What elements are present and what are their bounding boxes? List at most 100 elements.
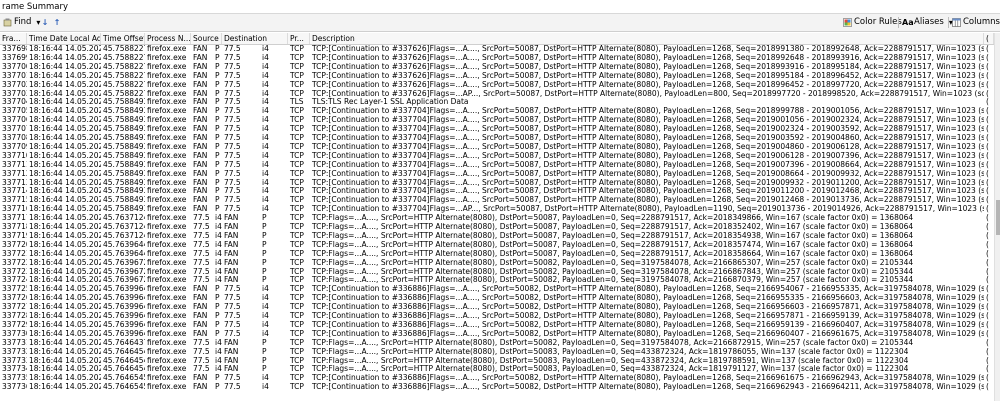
cell-protocol: TCP [290,160,304,169]
cell-description: TLS:TLS Rec Layer-1 SSL Application Data [312,98,469,107]
cell-source-a: FAN [193,285,208,294]
cell-process: firefox.exe [147,258,187,267]
cell-extra: ( [986,320,989,329]
cell-destination-a: FAN [224,365,239,374]
table-row[interactable]: 33770618:16:44 14.05.202545.7588493firef… [0,116,994,125]
cell-extra: ( [986,125,989,134]
cell-process: firefox.exe [147,134,187,142]
table-row[interactable]: 33770018:16:44 14.05.202545.7588227firef… [0,63,994,72]
table-row[interactable]: 33773018:16:44 14.05.202545.7639964firef… [0,330,994,339]
column-header-time-offset[interactable]: Time Offset [101,33,145,44]
column-header-frame[interactable]: Fra... [0,33,27,44]
cell-description: TCP:[Continuation to #336886]Flags=...A.… [312,374,984,383]
table-row[interactable]: 33772918:16:44 14.05.202545.7639964firef… [0,321,994,330]
table-row[interactable]: 33771318:16:44 14.05.202545.7588493firef… [0,179,994,188]
table-row[interactable]: 33771818:16:44 14.05.202545.7637124firef… [0,223,994,232]
table-row[interactable]: 33770718:16:44 14.05.202545.7588493firef… [0,125,994,134]
color-rules-icon [842,17,852,28]
find-previous-button[interactable]: ↑ [52,16,62,29]
column-header-destination[interactable]: Destination [222,33,288,44]
color-rules-button[interactable]: Color Rules [842,16,902,29]
cell-destination-b: i4 [262,134,269,142]
table-row[interactable]: 33771518:16:44 14.05.202545.7588493firef… [0,196,994,205]
column-header-source[interactable]: Source [191,33,222,44]
cell-extra: ( [986,356,989,365]
table-row[interactable]: 33772518:16:44 14.05.202545.7639964firef… [0,285,994,294]
table-row[interactable]: 33772818:16:44 14.05.202545.7639964firef… [0,312,994,321]
table-row[interactable]: 33770418:16:44 14.05.202545.7588493firef… [0,98,994,107]
cell-destination-a: 77.5 [224,142,241,151]
scrollbar-thumb[interactable] [996,200,1000,235]
cell-extra: ( [986,53,989,62]
table-row[interactable]: 33772618:16:44 14.05.202545.7639964firef… [0,294,994,303]
table-row[interactable]: 33772118:16:44 14.05.202545.7639644firef… [0,250,994,259]
table-row[interactable]: 33771618:16:44 14.05.202545.7588493firef… [0,205,994,214]
table-row[interactable]: 33773218:16:44 14.05.202545.7646454firef… [0,348,994,357]
table-row[interactable]: 33773418:16:44 14.05.202545.7646454firef… [0,365,994,374]
column-header-time[interactable]: Time Date Local Ad... [27,33,101,44]
table-row[interactable]: 33773318:16:44 14.05.202545.7646454firef… [0,357,994,366]
table-row[interactable]: 33769918:16:44 14.05.202545.7588227firef… [0,54,994,63]
columns-button[interactable]: Columns ▾ [951,16,1000,29]
cell-time-offset: 45.7639964 [103,303,145,312]
table-row[interactable]: 33773118:16:44 14.05.202545.7646437firef… [0,339,994,348]
cell-protocol: TCP [290,294,304,303]
cell-source-a: FAN [193,62,208,71]
cell-destination-a: FAN [224,214,239,223]
table-row[interactable]: 33771718:16:44 14.05.202545.7637124firef… [0,214,994,223]
cell-description: TCP:Flags=...A...., SrcPort=HTTP Alterna… [312,214,914,223]
cell-frame-number: 337728 [2,312,27,320]
find-button[interactable]: Find ▾ [2,16,43,29]
cell-time: 18:16:44 14.05.2025 [29,116,101,125]
cell-time-offset: 45.7588493 [103,107,145,116]
table-row[interactable]: 33770518:16:44 14.05.202545.7588493firef… [0,107,994,116]
cell-process: firefox.exe [147,329,187,338]
cell-description: TCP:Flags=...A...., SrcPort=HTTP Alterna… [312,267,914,276]
cell-source-b: i4 [215,214,222,223]
cell-process: firefox.exe [147,356,187,365]
cell-time-offset: 45.7639964 [103,285,145,294]
column-header-description[interactable]: Description [310,33,984,44]
table-row[interactable]: 33771218:16:44 14.05.202545.7588493firef… [0,170,994,179]
table-row[interactable]: 33771418:16:44 14.05.202545.7588493firef… [0,187,994,196]
column-header-extra[interactable]: ( [984,33,994,44]
cell-protocol: TCP [290,258,304,267]
cell-extra: ( [986,98,989,107]
cell-destination-b: i4 [262,169,269,178]
cell-description: TCP:Flags=...A...., SrcPort=HTTP Alterna… [312,249,914,258]
cell-destination-b: i4 [262,303,269,312]
vertical-scrollbar[interactable] [994,33,1000,401]
cell-destination-b: i4 [262,98,269,107]
table-row[interactable]: 33772418:16:44 14.05.202545.7639672firef… [0,276,994,285]
aliases-label: Aliases [914,17,944,27]
table-row[interactable]: 33772018:16:44 14.05.202545.7639644firef… [0,241,994,250]
column-header-protocol[interactable]: Pr... [288,33,310,44]
table-row[interactable]: 33770218:16:44 14.05.202545.7588227firef… [0,81,994,90]
frame-list[interactable]: 33769818:16:44 14.05.202545.7588227firef… [0,45,994,401]
cell-time-offset: 45.7588493 [103,169,145,178]
table-row[interactable]: 33772318:16:44 14.05.202545.7639672firef… [0,268,994,277]
cell-extra: ( [986,294,989,303]
column-header-process[interactable]: Process N... [145,33,191,44]
table-row[interactable]: 33769818:16:44 14.05.202545.7588227firef… [0,45,994,54]
table-row[interactable]: 33773618:16:44 14.05.202545.7646545firef… [0,383,994,392]
table-row[interactable]: 33770918:16:44 14.05.202545.7588493firef… [0,143,994,152]
cell-frame-number: 337721 [2,249,27,258]
table-row[interactable]: 33771118:16:44 14.05.202545.7588493firef… [0,161,994,170]
cell-protocol: TCP [290,45,304,53]
table-row[interactable]: 33771918:16:44 14.05.202545.7637124firef… [0,232,994,241]
table-row[interactable]: 33770118:16:44 14.05.202545.7588227firef… [0,72,994,81]
table-row[interactable]: 33772218:16:44 14.05.202545.7639672firef… [0,259,994,268]
table-row[interactable]: 33770318:16:44 14.05.202545.7588227firef… [0,90,994,99]
table-row[interactable]: 33773518:16:44 14.05.202545.7646545firef… [0,374,994,383]
find-next-button[interactable]: ↓ [40,16,50,29]
cell-time-offset: 45.7646545 [103,383,145,392]
table-row[interactable]: 33771018:16:44 14.05.202545.7588493firef… [0,152,994,161]
table-row[interactable]: 33772718:16:44 14.05.202545.7639964firef… [0,303,994,312]
cell-time-offset: 45.7588493 [103,98,145,107]
cell-destination-b: i4 [262,151,269,160]
cell-source-a: 77.5 [193,214,210,223]
toolbar-divider [898,17,899,28]
find-icon [2,18,12,28]
table-row[interactable]: 33770818:16:44 14.05.202545.7588493firef… [0,134,994,143]
